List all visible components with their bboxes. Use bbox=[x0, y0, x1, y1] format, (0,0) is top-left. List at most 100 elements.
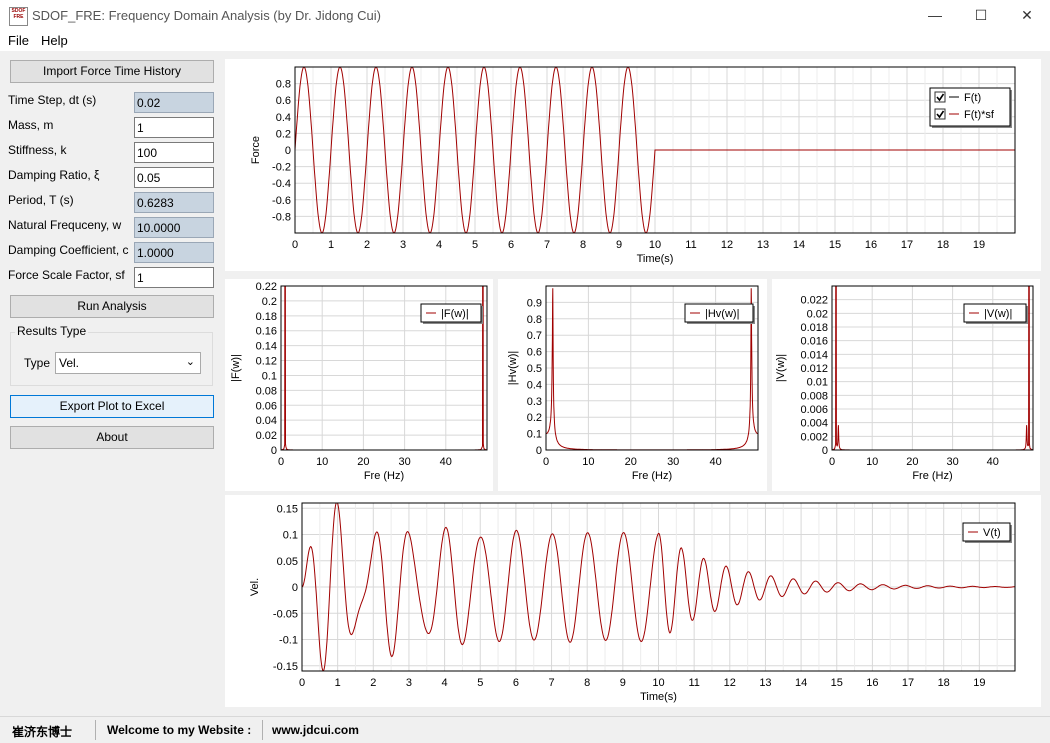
y-tick-label: 0.014 bbox=[800, 349, 828, 361]
y-tick-label: 0.8 bbox=[276, 79, 291, 91]
y-tick-label: 0.01 bbox=[807, 377, 828, 389]
y-tick-label: 0.05 bbox=[277, 556, 298, 568]
velocity-chart[interactable]: 0 1 2 3 4 5 6 7 8 9 10 11 12 13 14 15 16 17 18 19-0.15-0.1-… bbox=[225, 495, 1041, 707]
y-tick-label: 0.008 bbox=[800, 390, 828, 402]
status-separator bbox=[262, 720, 263, 740]
natural-frequency-label: Natural Frequceny, w bbox=[8, 218, 122, 232]
y-tick-label: 0.9 bbox=[527, 297, 542, 309]
x-tick-label: 40 bbox=[709, 456, 721, 468]
time-step-field[interactable]: 0.02 bbox=[134, 92, 214, 113]
x-tick-label: 10 bbox=[316, 456, 328, 468]
maximize-button[interactable]: ☐ bbox=[958, 0, 1004, 31]
y-axis-label: |F(w)| bbox=[230, 354, 242, 382]
mass-label: Mass, m bbox=[8, 118, 54, 132]
x-axis-label: Fre (Hz) bbox=[364, 470, 404, 482]
import-force-button[interactable]: Import Force Time History bbox=[10, 60, 214, 83]
period-label: Period, T (s) bbox=[8, 193, 74, 207]
legend-label: |V(w)| bbox=[984, 308, 1012, 320]
legend-label: |F(w)| bbox=[441, 308, 469, 320]
y-tick-label: 0.012 bbox=[800, 363, 828, 375]
x-tick-label: 20 bbox=[906, 456, 918, 468]
x-tick-label: 40 bbox=[440, 456, 452, 468]
mass-field[interactable]: 1 bbox=[134, 117, 214, 138]
y-tick-label: 0.06 bbox=[256, 400, 277, 412]
results-type-select[interactable]: Vel. ⌄ bbox=[55, 352, 201, 374]
y-tick-label: 0.22 bbox=[256, 281, 277, 293]
y-tick-label: -0.15 bbox=[273, 661, 298, 673]
x-tick-label: 11 bbox=[688, 677, 699, 689]
status-welcome: Welcome to my Website : bbox=[107, 723, 252, 737]
y-tick-label: -0.6 bbox=[272, 195, 291, 207]
y-tick-label: 0.6 bbox=[276, 95, 291, 107]
period-field[interactable]: 0.6283 bbox=[134, 192, 214, 213]
x-tick-label: 5 bbox=[477, 677, 483, 689]
y-tick-label: -0.1 bbox=[279, 635, 298, 647]
x-tick-label: 20 bbox=[357, 456, 369, 468]
x-axis-label: Fre (Hz) bbox=[632, 470, 672, 482]
status-bar: 崔济东博士 Welcome to my Website : www.jdcui.… bbox=[0, 716, 1050, 743]
y-tick-label: 0.4 bbox=[276, 112, 291, 124]
x-tick-label: 15 bbox=[829, 239, 841, 251]
y-tick-label: 0.1 bbox=[262, 370, 277, 382]
x-tick-label: 12 bbox=[724, 677, 736, 689]
status-url[interactable]: www.jdcui.com bbox=[272, 723, 359, 737]
stiffness-field[interactable]: 100 bbox=[134, 142, 214, 163]
fw-chart[interactable]: 0 10 20 30 40 0 0.02 0.04 0.06 0.08 0.1 0.12 0.14 0.1… bbox=[225, 279, 493, 491]
time-step-label: Time Step, dt (s) bbox=[8, 93, 97, 107]
y-tick-label: 0.04 bbox=[256, 415, 277, 427]
y-tick-label: 0.1 bbox=[283, 530, 298, 542]
run-analysis-button[interactable]: Run Analysis bbox=[10, 295, 214, 318]
about-button[interactable]: About bbox=[10, 426, 214, 449]
x-tick-label: 12 bbox=[721, 239, 733, 251]
y-tick-label: 0.15 bbox=[277, 503, 298, 515]
menu-help[interactable]: Help bbox=[41, 33, 68, 48]
menu-bar: File Help bbox=[0, 31, 1050, 51]
y-tick-label: 0.18 bbox=[256, 311, 277, 323]
y-tick-label: 0.7 bbox=[527, 330, 542, 342]
x-tick-label: 40 bbox=[987, 456, 999, 468]
damping-coefficient-field[interactable]: 1.0000 bbox=[134, 242, 214, 263]
close-button[interactable]: ✕ bbox=[1004, 0, 1050, 31]
y-axis-label: Force bbox=[250, 136, 262, 164]
natural-frequency-field[interactable]: 10.0000 bbox=[134, 217, 214, 238]
hw-chart[interactable]: 0 10 20 30 40 0 0.1 0.2 0.3 0.4 0.5 0.6 0.7 0.8 0.9 Fre… bbox=[498, 279, 767, 491]
x-tick-label: 0 bbox=[829, 456, 835, 468]
legend-label: F(t)*sf bbox=[964, 109, 995, 121]
damping-ratio-field[interactable]: 0.05 bbox=[134, 167, 214, 188]
x-tick-label: 30 bbox=[667, 456, 679, 468]
x-tick-label: 3 bbox=[406, 677, 412, 689]
y-tick-label: 0.08 bbox=[256, 385, 277, 397]
x-tick-label: 8 bbox=[580, 239, 586, 251]
hw-chart-area: 0 10 20 30 40 0 0.1 0.2 0.3 0.4 0.5 0.6 0.7 0.8 0.9 Fre… bbox=[498, 279, 767, 491]
menu-file[interactable]: File bbox=[8, 33, 29, 48]
x-tick-label: 0 bbox=[299, 677, 305, 689]
type-label: Type bbox=[24, 356, 51, 370]
x-tick-label: 18 bbox=[938, 677, 950, 689]
results-type-title: Results Type bbox=[15, 324, 89, 338]
x-tick-label: 10 bbox=[649, 239, 661, 251]
vw-chart-area: 0 10 20 30 40 0 0.002 0.004 0.006 0.008 0.01 0.012 0… bbox=[772, 279, 1040, 491]
x-tick-label: 7 bbox=[544, 239, 550, 251]
minimize-button[interactable]: — bbox=[912, 0, 958, 31]
x-tick-label: 2 bbox=[370, 677, 376, 689]
legend-label: |Hv(w)| bbox=[705, 308, 739, 320]
y-tick-label: 0.2 bbox=[527, 412, 542, 424]
results-type-value: Vel. bbox=[59, 356, 80, 370]
vw-chart[interactable]: 0 10 20 30 40 0 0.0020.004 0.006 0.0080.01 0.012 0… bbox=[772, 279, 1040, 491]
y-tick-label: 0 bbox=[271, 445, 277, 457]
force-chart[interactable]: 0 1 2 3 4 5 6 7 8 9 10 11 12 13 14 15 16 17 18 19-0.8-0.6-0… bbox=[225, 59, 1041, 271]
x-tick-label: 16 bbox=[865, 239, 877, 251]
y-tick-label: 0.14 bbox=[256, 341, 277, 353]
x-tick-label: 0 bbox=[278, 456, 284, 468]
y-tick-label: 0 bbox=[292, 582, 298, 594]
y-tick-label: 0.002 bbox=[800, 431, 828, 443]
x-tick-label: 10 bbox=[652, 677, 664, 689]
force-chart-area: 0 1 2 3 4 5 6 7 8 9 10 11 12 13 14 15 16 17 18 19 -0.8 -0.6 -0… bbox=[225, 59, 1041, 271]
x-tick-label: 9 bbox=[616, 239, 622, 251]
x-tick-label: 14 bbox=[795, 677, 807, 689]
x-tick-label: 1 bbox=[335, 677, 341, 689]
y-tick-label: 0.02 bbox=[807, 308, 828, 320]
export-excel-button[interactable]: Export Plot to Excel bbox=[10, 395, 214, 418]
force-scale-field[interactable]: 1 bbox=[134, 267, 214, 288]
y-tick-label: 0.16 bbox=[256, 326, 277, 338]
